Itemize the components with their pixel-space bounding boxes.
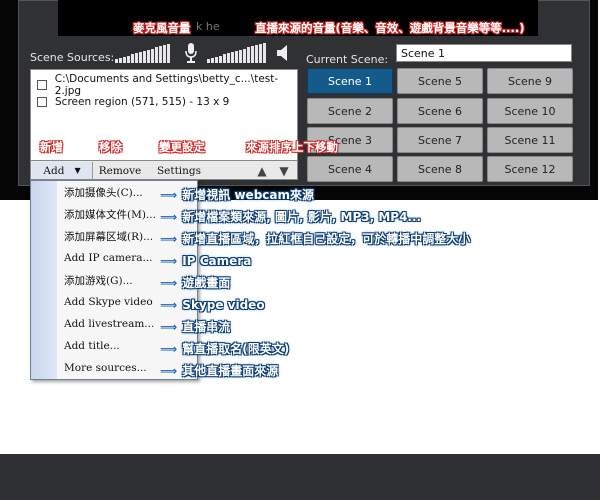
arrow-right-icon: ⟹ [160,210,178,224]
menu-item-more-sources[interactable]: More sources... [64,359,147,377]
preview-text: k he [196,20,220,33]
remove-button[interactable]: Remove [93,162,147,179]
scene-button[interactable]: Scene 4 [307,156,393,182]
menu-icon-stripe [31,181,57,379]
source-label: Screen region (571, 515) - 13 x 9 [55,95,230,108]
scene-button[interactable]: Scene 11 [487,127,573,153]
scene-button[interactable]: Scene 12 [487,156,573,182]
menu-item-add-title[interactable]: Add title... [64,337,120,355]
settings-button[interactable]: Settings [149,162,209,179]
speaker-icon[interactable] [276,44,292,66]
annotation-row: ⟹ Skype video [160,294,265,313]
annotation-row: ⟹ 新增直播區域，拉紅框自己設定，可於轉播中調整大小 [160,228,470,247]
annotation-settings: 變更設定 [159,140,205,154]
scene-button[interactable]: Scene 1 [307,68,393,94]
scene-button[interactable]: Scene 6 [397,98,483,124]
annotation-remove: 移除 [99,140,122,154]
arrow-right-icon: ⟹ [160,364,178,378]
scene-button[interactable]: Scene 2 [307,98,393,124]
annotation-menu-webcam: 新增視訊 webcam來源 [182,188,315,202]
menu-item-add-screen-region[interactable]: 添加屏幕区域(R)... [64,227,153,245]
menu-item-add-webcam[interactable]: 添加摄像头(C)... [64,183,143,201]
menu-item-add-media[interactable]: 添加媒体文件(M)... [64,205,156,223]
source-checkbox[interactable] [37,96,47,107]
source-item[interactable]: C:\Documents and Settings\betty_c...\tes… [31,73,297,97]
annotation-menu-livestream: 直播串流 [182,320,231,334]
scene-button[interactable]: Scene 7 [397,127,483,153]
scene-button[interactable]: Scene 8 [397,156,483,182]
annotation-row: ⟹ 遊戲畫面 [160,272,230,291]
annotation-row: ⟹ 幫直播取名(限英文) [160,338,289,357]
add-button[interactable]: Add ▼ [32,162,93,179]
sources-toolbar: Add ▼ Remove Settings ▲ ▼ [30,160,298,180]
arrow-right-icon: ⟹ [160,298,178,312]
arrow-up-icon[interactable]: ▲ [253,162,271,179]
annotation-menu-ip-camera: IP Camera [182,254,252,268]
add-button-label: Add [43,164,65,177]
current-scene-label: Current Scene: [306,53,389,66]
scene-sources-label: Scene Sources: [30,51,115,64]
annotation-menu-media: 新增檔案類來源, 圖片, 影片, MP3, MP4... [182,210,422,224]
annotation-row: ⟹ IP Camera [160,250,251,269]
menu-item-add-livestream[interactable]: Add livestream... [64,315,154,333]
source-label: C:\Documents and Settings\betty_c...\tes… [54,72,279,97]
scene-grid: Scene 1 Scene 5 Scene 9 Scene 2 Scene 6 … [307,68,577,184]
page-footer [0,454,600,500]
annotation-stream-volume: 直播來源的音量(音樂、音效、遊戲背景音樂等等....) [255,21,525,35]
scene-button[interactable]: Scene 9 [487,68,573,94]
source-checkbox[interactable] [37,79,47,90]
annotation-row: ⟹ 直播串流 [160,316,230,335]
annotation-menu-region: 新增直播區域，拉紅框自己設定，可於轉播中調整大小 [182,232,471,246]
annotation-mic-volume: 麥克風音量 [133,21,191,35]
stream-volume-meter[interactable] [207,43,266,63]
annotation-menu-game: 遊戲畫面 [182,276,231,290]
annotation-row: ⟹ 新增檔案類來源, 圖片, 影片, MP3, MP4... [160,206,421,225]
mic-volume-meter[interactable] [115,43,170,63]
microphone-icon[interactable] [184,42,198,68]
annotation-menu-skype: Skype video [182,298,265,312]
menu-item-add-ip-camera[interactable]: Add IP camera... [64,249,153,267]
annotation-menu-title: 幫直播取名(限英文) [182,342,290,356]
arrow-right-icon: ⟹ [160,254,178,268]
arrow-right-icon: ⟹ [160,320,178,334]
chevron-down-icon: ▼ [74,166,81,175]
menu-item-add-game[interactable]: 添加游戏(G)... [64,271,133,289]
arrow-right-icon: ⟹ [160,188,178,202]
annotation-reorder: 來源排序上下移動 [246,140,338,154]
annotation-add: 新增 [40,140,63,154]
arrow-right-icon: ⟹ [160,232,178,246]
current-scene-input[interactable]: Scene 1 [396,44,572,62]
annotation-menu-more: 其他直播畫面來源 [182,364,279,378]
arrow-right-icon: ⟹ [160,276,178,290]
arrow-down-icon[interactable]: ▼ [275,162,293,179]
menu-item-add-skype-video[interactable]: Add Skype video [64,293,153,311]
scene-button[interactable]: Scene 10 [487,98,573,124]
annotation-row: ⟹ 其他直播畫面來源 [160,360,278,379]
scene-button[interactable]: Scene 5 [397,68,483,94]
arrow-right-icon: ⟹ [160,342,178,356]
annotation-row: ⟹ 新增視訊 webcam來源 [160,184,314,203]
